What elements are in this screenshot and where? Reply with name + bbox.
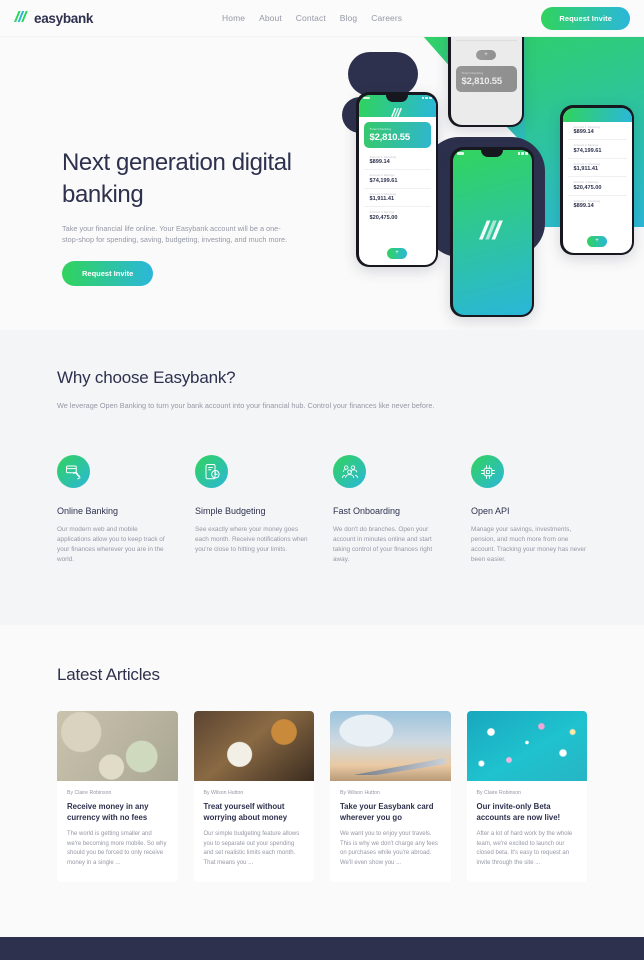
phone-total-label: Total Checking	[461, 70, 484, 75]
online-banking-icon	[57, 455, 90, 488]
article-card[interactable]: By Wilson Hutton Treat yourself without …	[193, 711, 314, 882]
hero-section: Account 3 Checking$1,911.41 Account 3 Sa…	[0, 37, 644, 330]
hero-phone-mockups: Account 3 Checking$1,911.41 Account 3 Sa…	[330, 37, 644, 330]
footer: easybank	[0, 937, 644, 960]
phone-app-logo-icon	[391, 104, 403, 122]
phone-row-amount: $1,911.41	[573, 166, 599, 172]
hero-phone-right: Account 1 Checking $899.14 Account 2 Savi…	[560, 105, 634, 255]
hero-subtitle: Take your financial life online. Your Ea…	[62, 224, 288, 244]
nav-link-about[interactable]: About	[259, 13, 282, 23]
article-title[interactable]: Our invite-only Beta accounts are now li…	[477, 802, 578, 823]
hero-copy: Next generation digital banking Take you…	[62, 147, 307, 286]
phone-row-amount: $1,911.41	[369, 196, 395, 202]
feature-title: Simple Budgeting	[195, 506, 266, 516]
nav-links: Home About Contact Blog Careers	[222, 13, 402, 23]
simple-budgeting-icon	[195, 455, 228, 488]
article-excerpt: We want you to enjoy your travels. This …	[340, 831, 438, 866]
open-api-icon	[471, 455, 504, 488]
phone-total-label: Total Checking	[369, 126, 392, 131]
features-title: Why choose Easybank?	[57, 368, 236, 387]
article-card[interactable]: By Claire Robinson Receive money in any …	[57, 711, 178, 882]
hero-dark-blob-1	[348, 52, 418, 96]
articles-title: Latest Articles	[57, 665, 160, 684]
phone-fab-plus-icon: +	[476, 49, 496, 60]
feature-text: We don't do branches. Open your account …	[333, 526, 433, 563]
article-author: By Wilson Hutton	[203, 790, 244, 796]
easybank-logo-icon	[14, 9, 29, 27]
airplane-wing-photo	[330, 711, 451, 781]
article-card[interactable]: By Wilson Hutton Take your Easybank card…	[330, 711, 451, 882]
features-subtitle: We leverage Open Banking to turn your ba…	[57, 401, 435, 410]
phone-total-amount: $2,810.55	[461, 75, 503, 87]
nav-link-contact[interactable]: Contact	[296, 13, 326, 23]
article-author: By Wilson Hutton	[340, 790, 380, 796]
phone-status-icons	[517, 152, 528, 155]
phone-total-amount: $2,810.55	[369, 131, 411, 143]
brand-logo[interactable]: easybank	[14, 9, 93, 27]
articles-section: Latest Articles By Claire Robinson Recei…	[0, 625, 644, 937]
page-root: easybank Home About Contact Blog Careers…	[0, 0, 644, 960]
feature-text: Manage your savings, investments, pensio…	[471, 526, 587, 563]
article-excerpt: The world is getting smaller and we're b…	[67, 831, 167, 866]
phone-row-amount: $20,475.00	[573, 184, 602, 191]
restaurant-dinner-photo	[193, 711, 314, 781]
articles-grid: By Claire Robinson Receive money in any …	[57, 711, 587, 882]
article-author: By Claire Robinson	[67, 790, 112, 796]
phone-row-amount: $20,475.00	[369, 214, 398, 221]
hero-title: Next generation digital banking	[62, 149, 292, 208]
phone-row-amount: $74,199.61	[369, 177, 398, 184]
navbar: easybank Home About Contact Blog Careers…	[0, 0, 644, 37]
phone-splash-logo-icon	[479, 219, 505, 245]
phone-status-time	[362, 96, 370, 100]
feature-card-fast-onboarding: Fast Onboarding We don't do branches. Op…	[333, 455, 449, 565]
fast-onboarding-icon	[333, 455, 366, 488]
feature-title: Online Banking	[57, 506, 119, 516]
features-grid: Online Banking Our modern web and mobile…	[57, 455, 587, 565]
hero-phone-splash	[450, 147, 534, 317]
article-author: By Claire Robinson	[476, 790, 521, 796]
nav-link-careers[interactable]: Careers	[371, 13, 402, 23]
confetti-photo	[466, 711, 587, 781]
brand-name: easybank	[34, 10, 94, 26]
feature-card-simple-budgeting: Simple Budgeting See exactly where your …	[195, 455, 311, 565]
phone-fab-plus-icon: +	[387, 247, 407, 259]
article-title[interactable]: Treat yourself without worrying about mo…	[204, 802, 305, 823]
currency-banknotes-photo	[57, 711, 178, 781]
hero-phone-back: Account 3 Checking$1,911.41 Account 3 Sa…	[448, 37, 524, 127]
hero-phone-main: Total Checking $2,810.55 Account 1 Check…	[356, 92, 438, 267]
features-section: Why choose Easybank? We leverage Open Ba…	[0, 330, 644, 625]
navbar-request-invite-button[interactable]: Request Invite	[541, 6, 630, 30]
article-card[interactable]: By Claire Robinson Our invite-only Beta …	[466, 711, 587, 882]
phone-row-amount: $74,199.61	[573, 147, 602, 154]
feature-card-open-api: Open API Manage your savings, investment…	[471, 455, 587, 565]
feature-title: Fast Onboarding	[333, 506, 401, 516]
phone-row-amount: $899.14	[573, 203, 594, 209]
phone-fab-plus-icon: +	[587, 235, 607, 247]
feature-text: See exactly where your money goes each m…	[195, 526, 308, 553]
phone-status-time	[456, 152, 464, 155]
phone-row-amount: $899.14	[573, 129, 594, 135]
article-excerpt: After a lot of hard work by the whole te…	[476, 831, 573, 866]
article-excerpt: Our simple budgeting feature allows you …	[203, 831, 300, 866]
nav-link-home[interactable]: Home	[222, 13, 245, 23]
nav-link-blog[interactable]: Blog	[340, 13, 357, 23]
phone-notch	[481, 149, 503, 157]
phone-row-amount: $899.14	[369, 159, 390, 165]
phone-status-icons	[421, 96, 432, 100]
hero-request-invite-button[interactable]: Request Invite	[62, 261, 154, 286]
feature-card-online-banking: Online Banking Our modern web and mobile…	[57, 455, 173, 565]
feature-title: Open API	[471, 506, 510, 516]
feature-text: Our modern web and mobile applications a…	[57, 526, 165, 563]
article-title[interactable]: Take your Easybank card wherever you go	[340, 802, 441, 823]
article-title[interactable]: Receive money in any currency with no fe…	[67, 802, 168, 823]
